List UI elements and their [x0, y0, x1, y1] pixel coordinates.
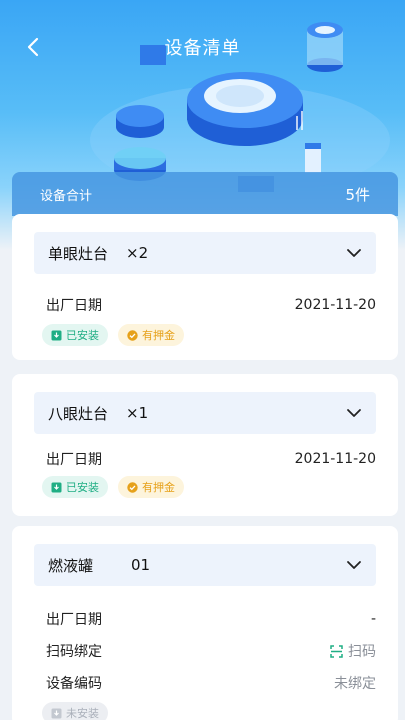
device-quantity: ×2 [126, 244, 149, 262]
summary-label: 设备合计 [40, 188, 93, 204]
row-label: 出厂日期 [46, 298, 102, 314]
tag-group: 未安装 [34, 702, 376, 720]
summary-bar: 设备合计 5件 [12, 172, 398, 216]
device-card-header[interactable]: 燃液罐 01 [34, 544, 376, 586]
scan-label: 扫码 [348, 644, 376, 660]
scan-icon [330, 644, 343, 658]
device-card-header[interactable]: 单眼灶台 ×2 [34, 232, 376, 274]
badge-label: 已安装 [66, 329, 99, 342]
badge-label: 未安装 [66, 707, 99, 720]
install-box-icon [51, 482, 62, 492]
detail-row: 出厂日期 2021-11-20 [34, 448, 376, 470]
badge-label: 已安装 [66, 481, 99, 494]
status-badge: 未安装 [42, 702, 108, 720]
check-circle-icon [127, 329, 138, 341]
chevron-down-icon [347, 561, 361, 569]
status-badge: 已安装 [42, 324, 108, 346]
detail-row: 出厂日期 2021-11-20 [34, 294, 376, 316]
check-circle-icon [127, 481, 138, 493]
deposit-badge: 有押金 [118, 476, 184, 498]
row-label: 出厂日期 [46, 452, 102, 468]
device-card: 单眼灶台 ×2 出厂日期 2021-11-20 已安装 有押金 [12, 214, 398, 360]
detail-row: 出厂日期 - [34, 608, 376, 630]
row-label: 设备编码 [46, 676, 102, 692]
page-title: 设备清单 [164, 38, 241, 59]
status-badge: 已安装 [42, 476, 108, 498]
tag-group: 已安装 有押金 [34, 324, 376, 346]
scan-button[interactable]: 扫码 [330, 641, 376, 661]
device-name: 燃液罐 [48, 556, 94, 575]
device-card-header[interactable]: 八眼灶台 ×1 [34, 392, 376, 434]
device-card: 燃液罐 01 出厂日期 - 扫码绑定 扫码 设备编码 未绑定 未安装 [12, 526, 398, 720]
badge-label: 有押金 [142, 481, 175, 494]
chevron-down-icon [347, 249, 361, 257]
chevron-down-icon [347, 409, 361, 417]
row-label: 出厂日期 [46, 612, 102, 628]
row-value: 2021-11-20 [294, 451, 376, 467]
detail-row: 扫码绑定 扫码 [34, 640, 376, 662]
tag-group: 已安装 有押金 [34, 476, 376, 498]
install-box-icon [51, 330, 62, 340]
badge-label: 有押金 [142, 329, 175, 342]
device-name: 八眼灶台 [48, 404, 109, 423]
device-quantity: 01 [131, 556, 151, 574]
row-value: 未绑定 [334, 676, 376, 692]
device-name: 单眼灶台 [48, 244, 109, 263]
deposit-badge: 有押金 [118, 324, 184, 346]
install-box-icon [51, 708, 62, 718]
row-label: 扫码绑定 [46, 644, 102, 660]
device-quantity: ×1 [126, 404, 149, 422]
row-value: - [370, 611, 376, 627]
device-card: 八眼灶台 ×1 出厂日期 2021-11-20 已安装 有押金 [12, 374, 398, 516]
detail-row: 设备编码 未绑定 [34, 672, 376, 694]
row-value: 2021-11-20 [294, 297, 376, 313]
summary-count: 5件 [345, 185, 370, 204]
